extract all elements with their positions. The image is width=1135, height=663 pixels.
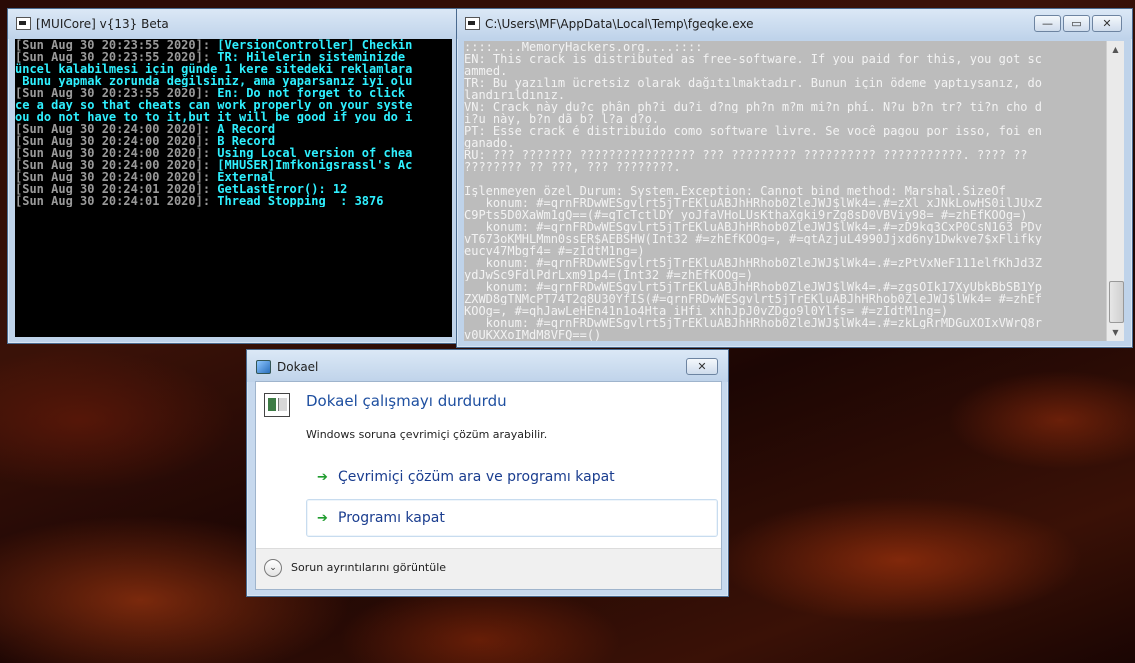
console-line: landırıldınız. xyxy=(464,89,566,101)
scroll-down-arrow-icon[interactable]: ▼ xyxy=(1107,324,1124,341)
dialog-footer: ⌄ Sorun ayrıntılarını görüntüle xyxy=(256,548,721,589)
close-program-option[interactable]: ➔ Programı kapat xyxy=(306,499,718,537)
muicore-console-output[interactable]: [Sun Aug 30 20:23:55 2020]: [VersionCont… xyxy=(15,39,452,337)
console-line: [Sun Aug 30 20:24:00 2020]: Using Local … xyxy=(15,147,452,159)
console-message: Thread Stopping : 3876 xyxy=(217,195,384,207)
console-line: konum: #=qrnFRDwWESgvlrt5jTrEKluABJhHRho… xyxy=(464,197,1042,209)
view-problem-details-link[interactable]: Sorun ayrıntılarını görüntüle xyxy=(291,561,446,574)
muicore-window-title: [MUICore] v{13} Beta xyxy=(36,17,169,31)
console-line: Bunu yapmak zorunda değilsiniz, ama yapa… xyxy=(15,75,452,87)
crash-dialog: Dokael ✕ Dokael çalışmayı durdurdu Windo… xyxy=(246,349,729,597)
console-timestamp: [Sun Aug 30 20:24:00 2020]: xyxy=(15,159,218,171)
console-timestamp: [Sun Aug 30 20:23:55 2020]: xyxy=(15,51,218,63)
console-line: [Sun Aug 30 20:24:01 2020]: Thread Stopp… xyxy=(15,195,452,207)
console-timestamp: [Sun Aug 30 20:24:00 2020]: xyxy=(15,123,218,135)
dialog-close-button[interactable]: ✕ xyxy=(686,358,718,375)
console-message: En: Do not forget to click xyxy=(217,87,406,99)
console-timestamp: [Sun Aug 30 20:24:00 2020]: xyxy=(15,171,218,183)
console-timestamp: [Sun Aug 30 20:24:00 2020]: xyxy=(15,147,218,159)
console-line: üncel kalabilmesi için günde 1 kere site… xyxy=(15,63,452,75)
console-line: v0UKXXoIMdM8VFQ==() xyxy=(464,329,602,341)
console-line: ou do not have to to it,but it will be g… xyxy=(15,111,452,123)
console-message: ce a day so that cheats can work properl… xyxy=(15,99,413,111)
chevron-down-icon[interactable]: ⌄ xyxy=(264,559,282,577)
fgeqke-console-output[interactable]: ::::....MemoryHackers.org....:::: EN: Thi… xyxy=(464,41,1108,341)
dialog-heading: Dokael çalışmayı durdurdu xyxy=(306,392,507,410)
console-line: eucv47Mbgf4= #=zIdtM1ng=) xyxy=(464,245,645,257)
console-line: İşlenmeyen özel Durum: System.Exception:… xyxy=(464,185,1006,197)
console-line: ganado. xyxy=(464,137,515,149)
console-line: VN: Crack này du?c phân ph?i du?i d?ng p… xyxy=(464,101,1042,113)
console-line: RU: ??? ??????? ???????????????? ??? ???… xyxy=(464,149,1028,161)
console-message: Bunu yapmak zorunda değilsiniz, ama yapa… xyxy=(15,75,413,87)
fgeqke-titlebar[interactable]: C:\Users\MF\AppData\Local\Temp\fgeqke.ex… xyxy=(457,9,1132,39)
green-arrow-icon: ➔ xyxy=(317,511,328,526)
console-line: konum: #=qrnFRDwWESgvlrt5jTrEKluABJhHRho… xyxy=(464,257,1042,269)
dialog-body: Dokael çalışmayı durdurdu Windows soruna… xyxy=(255,381,722,590)
console-timestamp: [Sun Aug 30 20:23:55 2020]: xyxy=(15,87,218,99)
dialog-titlebar[interactable]: Dokael ✕ xyxy=(247,350,728,382)
console-line: C9Pts5D0XaWm1gQ==(#=qTcTctlDY_yoJfaVHoLU… xyxy=(464,209,1028,221)
console-line: KOOg=, #=qhJawLeHEn41n1o4Hta_iHfi_xhhJpJ… xyxy=(464,305,949,317)
console-message: [MHUSER]Imfkonigsrassl's Ac xyxy=(217,159,413,171)
console-line: [Sun Aug 30 20:23:55 2020]: TR: Hileleri… xyxy=(15,51,452,63)
console-line: ???????? ?? ???, ??? ????????. xyxy=(464,161,681,173)
console-message: B Record xyxy=(217,135,276,147)
console-line: i?u này, b?n dã b? l?a d?o. xyxy=(464,113,660,125)
console-message: Using Local version of chea xyxy=(217,147,413,159)
console-message: GetLastError(): 12 xyxy=(217,183,348,195)
console-line: ydJwSc9FdlPdrLxm91p4=(Int32 #=zhEfKOOg=) xyxy=(464,269,753,281)
console-line: [Sun Aug 30 20:24:00 2020]: External xyxy=(15,171,452,183)
console-line: [Sun Aug 30 20:24:00 2020]: B Record xyxy=(15,135,452,147)
console-line: [Sun Aug 30 20:23:55 2020]: [VersionCont… xyxy=(15,39,452,51)
console-message: A Record xyxy=(217,123,276,135)
muicore-console-window: [MUICore] v{13} Beta [Sun Aug 30 20:23:5… xyxy=(7,8,461,344)
console-timestamp: [Sun Aug 30 20:24:00 2020]: xyxy=(15,135,218,147)
dialog-title: Dokael xyxy=(277,360,319,374)
console-line: ::::....MemoryHackers.org....:::: xyxy=(464,41,703,53)
console-line: konum: #=qrnFRDwWESgvlrt5jTrEKluABJhHRho… xyxy=(464,221,1042,233)
console-line: konum: #=qrnFRDwWESgvlrt5jTrEKluABJhHRho… xyxy=(464,281,1042,293)
console-message: ou do not have to to it,but it will be g… xyxy=(15,111,413,123)
console-line: TR: Bu yazılım ücretsiz olarak dağıtılma… xyxy=(464,77,1042,89)
green-arrow-icon: ➔ xyxy=(317,470,328,485)
console-line: ZXWD8gTNMcPT74T2q8U30YfIS(#=qrnFRDwWESgv… xyxy=(464,293,1042,305)
console-icon xyxy=(465,17,480,30)
console-message: TR: Hilelerin sisteminizde xyxy=(217,51,406,63)
console-timestamp: [Sun Aug 30 20:24:01 2020]: xyxy=(15,195,218,207)
console-message: üncel kalabilmesi için günde 1 kere site… xyxy=(15,63,413,75)
console-line: EN: This crack is distributed as free-so… xyxy=(464,53,1042,65)
console-line: konum: #=qrnFRDwWESgvlrt5jTrEKluABJhHRho… xyxy=(464,317,1042,329)
scroll-up-arrow-icon[interactable]: ▲ xyxy=(1107,41,1124,58)
minimize-button[interactable]: — xyxy=(1034,15,1061,32)
console-line: ce a day so that cheats can work properl… xyxy=(15,99,452,111)
console-line: [Sun Aug 30 20:24:00 2020]: [MHUSER]Imfk… xyxy=(15,159,452,171)
option-label: Programı kapat xyxy=(338,510,445,526)
console-line: ammed. xyxy=(464,65,508,77)
console-message: External xyxy=(217,171,276,183)
dialog-subtext: Windows soruna çevrimiçi çözüm arayabili… xyxy=(306,428,548,441)
scrollbar-thumb[interactable] xyxy=(1109,281,1124,323)
console-line: [Sun Aug 30 20:24:00 2020]: A Record xyxy=(15,123,452,135)
console-line: vT673oKMHLMmn0ssER$AEBSHW(Int32 #=zhEfKO… xyxy=(464,233,1042,245)
muicore-titlebar[interactable]: [MUICore] v{13} Beta xyxy=(8,9,460,39)
console-message: [VersionController] Checkin xyxy=(217,39,413,51)
console-line: PT: Esse crack é distribuído como softwa… xyxy=(464,125,1042,137)
fgeqke-console-window: C:\Users\MF\AppData\Local\Temp\fgeqke.ex… xyxy=(456,8,1133,348)
console-timestamp: [Sun Aug 30 20:24:01 2020]: xyxy=(15,183,218,195)
close-button[interactable]: ✕ xyxy=(1092,15,1122,32)
program-window-icon xyxy=(264,393,290,417)
search-online-and-close-option[interactable]: ➔ Çevrimiçi çözüm ara ve programı kapat xyxy=(306,458,718,496)
vertical-scrollbar[interactable]: ▲ ▼ xyxy=(1106,41,1124,341)
console-line: [Sun Aug 30 20:23:55 2020]: En: Do not f… xyxy=(15,87,452,99)
console-timestamp: [Sun Aug 30 20:23:55 2020]: xyxy=(15,39,218,51)
fgeqke-window-title: C:\Users\MF\AppData\Local\Temp\fgeqke.ex… xyxy=(485,17,754,31)
maximize-button[interactable]: ▭ xyxy=(1063,15,1090,32)
option-label: Çevrimiçi çözüm ara ve programı kapat xyxy=(338,469,615,485)
console-icon xyxy=(16,17,31,30)
console-line: [Sun Aug 30 20:24:01 2020]: GetLastError… xyxy=(15,183,452,195)
app-icon xyxy=(256,360,271,374)
